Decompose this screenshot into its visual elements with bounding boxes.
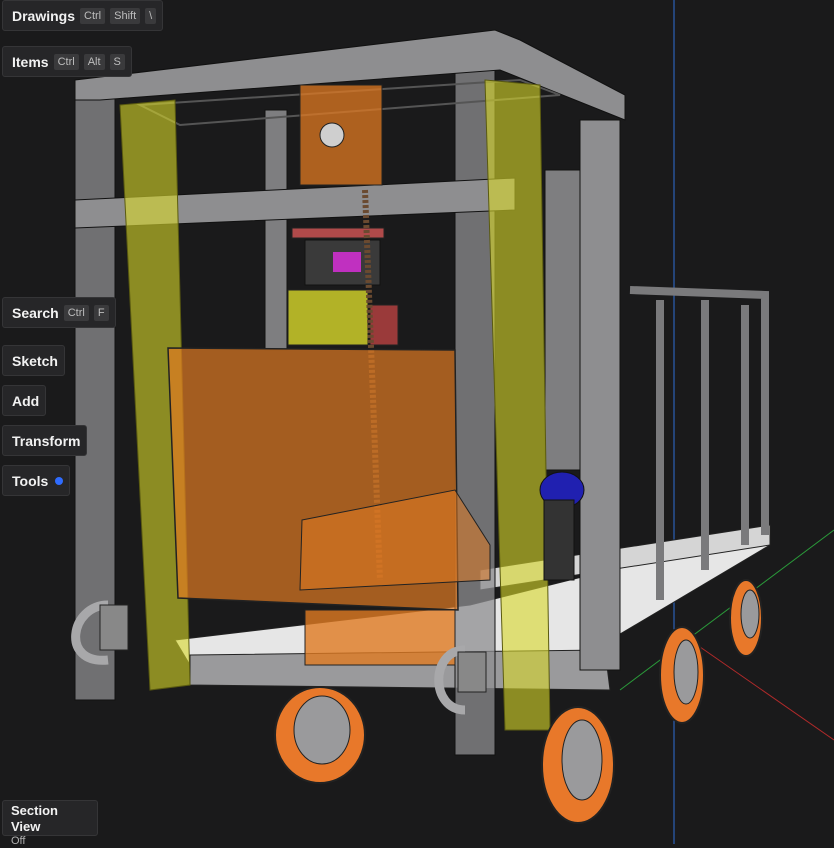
add-label: Add — [12, 392, 40, 409]
items-button[interactable]: Items Ctrl Alt S — [2, 46, 132, 77]
section-view-value: Off — [11, 835, 26, 847]
shortcut-key: Ctrl — [63, 304, 89, 321]
shortcut-key: \ — [145, 7, 157, 24]
caster-wheel — [659, 626, 705, 724]
caster-wheel — [729, 579, 763, 657]
add-button[interactable]: Add — [2, 385, 47, 416]
items-label: Items — [12, 53, 49, 70]
cart-model — [71, 29, 771, 824]
shortcut-key: F — [93, 304, 109, 321]
frame-post — [579, 119, 621, 671]
tools-indicator-dot — [55, 476, 64, 485]
transform-label: Transform — [12, 432, 81, 449]
3d-viewport[interactable] — [0, 0, 834, 844]
x-axis-line — [689, 639, 834, 741]
shortcut-key: Ctrl — [53, 53, 79, 70]
shortcut-key: Shift — [110, 7, 141, 24]
tools-button[interactable]: Tools — [2, 465, 71, 496]
tools-label: Tools — [12, 472, 49, 489]
search-button[interactable]: Search Ctrl F — [2, 297, 116, 328]
sketch-button[interactable]: Sketch — [2, 345, 65, 376]
section-view-label: Section View — [11, 803, 58, 834]
transform-button[interactable]: Transform — [2, 425, 88, 456]
shortcut-key: Alt — [83, 53, 105, 70]
drawings-button[interactable]: Drawings Ctrl Shift \ — [2, 0, 164, 31]
drawings-label: Drawings — [12, 7, 76, 24]
caster-wheel — [541, 706, 615, 824]
section-view-toggle[interactable]: Section View Off — [2, 800, 98, 847]
caster-wheel — [274, 686, 366, 784]
frame-post — [264, 109, 288, 351]
frame-post — [544, 169, 581, 471]
search-label: Search — [12, 304, 59, 321]
shortcut-key: S — [109, 53, 125, 70]
shortcut-key: Ctrl — [80, 7, 106, 24]
yellow-bracket — [287, 289, 369, 346]
sketch-label: Sketch — [12, 352, 58, 369]
